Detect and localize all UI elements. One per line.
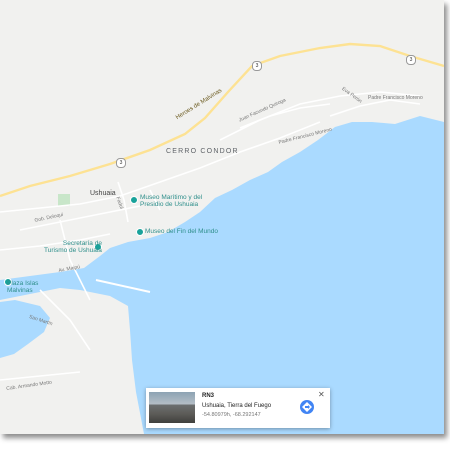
place-card-title: RN3 [202, 393, 215, 399]
map-canvas[interactable] [0, 0, 444, 434]
water-beagle-channel [0, 116, 444, 434]
directions-icon[interactable] [300, 400, 314, 414]
route-3-badge-2: 3 [116, 158, 126, 168]
place-card[interactable]: RN3 Ushuaia, Tierra del Fuego -54.80979h… [146, 388, 330, 428]
map-frame[interactable]: 3 3 3 CERRO CONDOR Ushuaia Heroes de Mal… [0, 0, 444, 434]
park-area [58, 194, 70, 206]
place-card-coordinates: -54.80979h, -68.292147 [202, 412, 261, 418]
route-3-badge-3: 3 [406, 55, 416, 65]
water-bay [0, 300, 50, 358]
route-3-badge-1: 3 [252, 61, 262, 71]
close-icon[interactable]: ✕ [318, 390, 325, 399]
street-view-thumbnail[interactable] [149, 392, 195, 423]
label-padre-francisco-moreno-1: Padre Francisco Moreno [368, 95, 423, 101]
poi-plaza-islas-malvinas[interactable]: Plaza Islas Malvinas [7, 280, 38, 294]
poi-museo-maritimo-icon[interactable] [130, 196, 138, 204]
label-ushuaia: Ushuaia [90, 190, 116, 197]
poi-museo-fin-del-mundo-icon[interactable] [136, 228, 144, 236]
label-cerro-condor: CERRO CONDOR [166, 148, 239, 155]
poi-museo-fin-del-mundo[interactable]: Museo del Fin del Mundo [145, 228, 218, 235]
poi-museo-maritimo[interactable]: Museo Marítimo y del Presidio de Ushuaia [140, 194, 202, 208]
place-card-address: Ushuaia, Tierra del Fuego [202, 403, 272, 409]
poi-secretaria-turismo[interactable]: Secretaría de Turismo de Ushuaia [44, 240, 102, 254]
